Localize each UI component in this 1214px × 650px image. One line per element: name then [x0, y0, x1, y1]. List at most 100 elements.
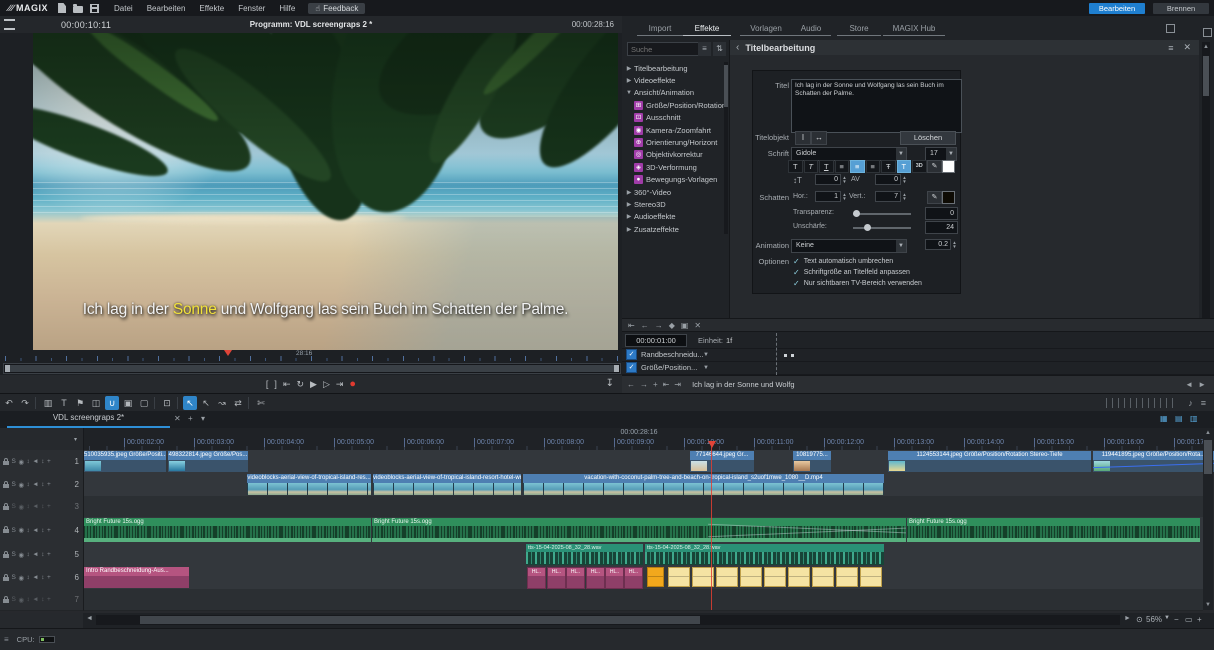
- monitor-icon[interactable]: ◄: [32, 527, 38, 534]
- animation-step-stepper[interactable]: 0.2▲▼: [925, 239, 958, 250]
- solo-icon[interactable]: S: [12, 527, 16, 534]
- jump-last-icon[interactable]: ⇥: [674, 380, 681, 389]
- monitor-icon[interactable]: ◄: [32, 596, 38, 603]
- kf-first-icon[interactable]: ⇤: [628, 321, 635, 330]
- mouse-mode-single-icon[interactable]: ↖: [199, 396, 213, 410]
- scrollbar-handle-left[interactable]: [5, 365, 10, 372]
- tab-magix-hub[interactable]: MAGIX Hub: [883, 22, 945, 36]
- tab-import[interactable]: Import: [637, 22, 683, 36]
- checkbox-checked[interactable]: ✓: [626, 362, 637, 373]
- clip-bright-future-15s-ogg[interactable]: Bright Future 15s.ogg: [907, 518, 1200, 542]
- lock-icon[interactable]: [3, 484, 9, 488]
- search-input[interactable]: [627, 42, 701, 56]
- add-track-icon[interactable]: +: [47, 596, 51, 603]
- mute-icon[interactable]: ◉: [18, 551, 24, 559]
- caret-right-icon[interactable]: ▶: [624, 65, 634, 72]
- jump-end-icon[interactable]: ⇥: [336, 379, 344, 389]
- menu-fenster[interactable]: Fenster: [231, 2, 272, 15]
- preview-scrollbar-thumb[interactable]: [6, 365, 616, 372]
- scrollbar-thumb[interactable]: [140, 616, 700, 624]
- preview-playhead-marker[interactable]: [224, 350, 232, 356]
- lock-icon[interactable]: [3, 506, 9, 510]
- panel-close-icon[interactable]: ✕: [1183, 42, 1191, 53]
- solo-icon[interactable]: S: [12, 596, 16, 603]
- clip-498322814-jpeg[interactable]: 498322814.jpeg Größe/Pos...: [168, 451, 248, 472]
- height-icon[interactable]: ↕: [27, 596, 30, 603]
- solo-icon[interactable]: S: [12, 574, 16, 581]
- snap-magnet-icon[interactable]: ∪: [105, 396, 119, 410]
- title-block[interactable]: [860, 567, 882, 587]
- marker-icon[interactable]: ⚑: [73, 396, 87, 410]
- lock-icon[interactable]: [3, 599, 9, 603]
- collapse-icon[interactable]: ↕: [41, 596, 44, 603]
- panel-menu-icon[interactable]: ≡: [1168, 43, 1173, 53]
- scrollbar-thumb[interactable]: [1203, 56, 1209, 96]
- mute-icon[interactable]: ◉: [18, 574, 24, 582]
- clip-510035935-jpeg[interactable]: 510035935.jpeg Größe/Positi...: [84, 451, 166, 472]
- font-family-select[interactable]: Gidole▼: [791, 147, 907, 161]
- scrollbar-handle-right[interactable]: [614, 365, 619, 372]
- mouse-mode-move-icon[interactable]: ↖: [183, 396, 197, 410]
- fx-item-bewegungs-vorlagen[interactable]: ●Bewegungs-Vorlagen: [624, 174, 724, 186]
- track-header-1[interactable]: S◉↕◄↕+1: [0, 450, 84, 474]
- add-track-icon[interactable]: +: [47, 574, 51, 581]
- track-lane-7[interactable]: [84, 589, 1203, 611]
- chevron-down-icon[interactable]: ▼: [896, 148, 906, 160]
- tab-store[interactable]: Store: [837, 22, 881, 36]
- monitor-icon[interactable]: ◄: [32, 551, 38, 558]
- feedback-button[interactable]: ☝Feedback: [308, 3, 365, 14]
- timeline-ruler[interactable]: ▾ 00:00:28:16 00:00:02:0000:00:03:0000:0…: [0, 428, 1214, 450]
- collapse-icon[interactable]: ↕: [41, 551, 44, 558]
- track-header-4[interactable]: S◉↕◄↕+4: [0, 517, 84, 544]
- add-track-icon[interactable]: +: [47, 503, 51, 510]
- panel-corner-icon[interactable]: [1203, 28, 1212, 37]
- range-play-icon[interactable]: ▷: [323, 379, 330, 389]
- fx-group-360-video[interactable]: ▶360°-Video: [624, 186, 724, 198]
- zoom-in-icon[interactable]: +: [1197, 615, 1202, 624]
- toolbar-menu-icon[interactable]: ≡: [1201, 398, 1206, 408]
- back-icon[interactable]: ‹: [736, 42, 739, 53]
- open-project-icon[interactable]: [73, 6, 83, 13]
- clip-videoblocks-aerial-view-of-tropical-isla[interactable]: videoblocks-aerial-view-of-tropical-isla…: [373, 474, 521, 495]
- caret-right-icon[interactable]: ▶: [624, 189, 634, 196]
- mute-icon[interactable]: ◉: [18, 596, 24, 604]
- new-project-icon[interactable]: [58, 3, 66, 13]
- scroll-right-icon[interactable]: ►: [1198, 380, 1206, 389]
- clip-1124553144-jpeg[interactable]: 1124553144.jpeg Größe/Position/Rotation …: [888, 451, 1091, 472]
- align-center-button[interactable]: ≡: [850, 160, 865, 173]
- undo-icon[interactable]: ↶: [2, 396, 16, 410]
- mark-in-icon[interactable]: [: [266, 379, 269, 389]
- track-lane-3[interactable]: [84, 496, 1203, 518]
- solo-icon[interactable]: S: [12, 503, 16, 510]
- keyframe-timecode[interactable]: 00:00:01:00: [625, 334, 687, 347]
- layout-rows-icon[interactable]: ▤: [1175, 414, 1183, 423]
- title-tool-icon[interactable]: T: [57, 396, 71, 410]
- monitor-icon[interactable]: ◄: [32, 503, 38, 510]
- shadow-color-picker-icon[interactable]: ✎: [927, 191, 942, 204]
- mouse-mode-curve-icon[interactable]: ↝: [215, 396, 229, 410]
- close-tab-icon[interactable]: ✕: [174, 414, 181, 423]
- title-block[interactable]: [716, 567, 738, 587]
- mouse-mode-stretch-icon[interactable]: ⇄: [231, 396, 245, 410]
- track-header-6[interactable]: S◉↕◄↕+6: [0, 566, 84, 590]
- mute-icon[interactable]: ◉: [18, 458, 24, 466]
- clip-10819775[interactable]: 10819775...: [793, 451, 831, 472]
- title-block[interactable]: [764, 567, 786, 587]
- height-icon[interactable]: ↕: [27, 574, 30, 581]
- chevron-down-icon[interactable]: ▼: [703, 365, 713, 371]
- jump-first-icon[interactable]: ⇤: [663, 380, 670, 389]
- track-lane-6[interactable]: Intro Randbeschneidung-Aus...HL..HL..HL.…: [84, 566, 1203, 590]
- undock-window-icon[interactable]: [1166, 24, 1175, 33]
- collapse-icon[interactable]: ↕: [41, 458, 44, 465]
- caret-down-icon[interactable]: ▼: [624, 90, 634, 96]
- kf-delete-icon[interactable]: ✕: [694, 321, 701, 330]
- collapse-icon[interactable]: ↕: [41, 481, 44, 488]
- keyframe-marker[interactable]: [791, 354, 794, 357]
- monitor-icon[interactable]: ◄: [32, 574, 38, 581]
- clip-tts-15-04-2025-08-32-28-wav[interactable]: tts-15-04-2025-08_32_28.wav: [645, 544, 884, 565]
- lock-icon[interactable]: [3, 554, 9, 558]
- scrollbar-track[interactable]: [96, 615, 1120, 625]
- chevron-down-icon[interactable]: ▼: [946, 148, 956, 160]
- text-cursor-icon[interactable]: I: [795, 131, 811, 145]
- project-tab[interactable]: VDL screengraps 2*: [7, 413, 170, 428]
